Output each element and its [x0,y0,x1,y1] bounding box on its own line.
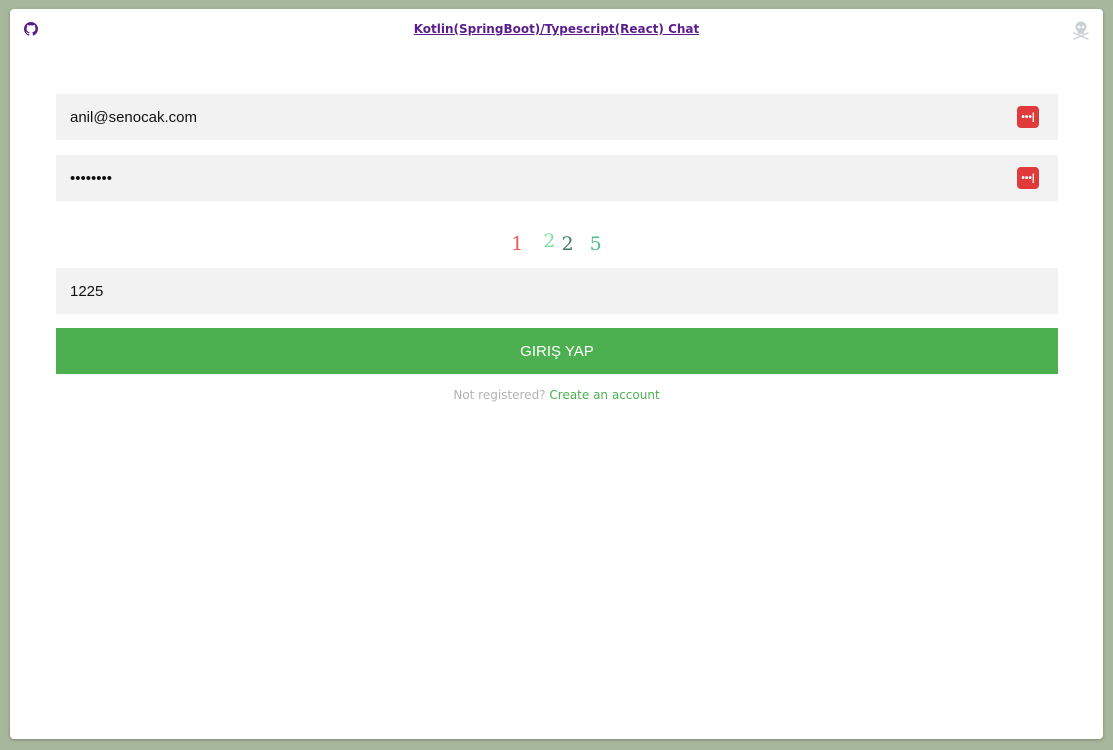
captcha-image: 1 2 2 5 [10,230,1103,259]
captcha-char: 5 [589,233,602,255]
password-input[interactable]: •••••••• [70,170,112,187]
captcha-answer-input[interactable] [70,282,1044,300]
captcha-answer-field[interactable] [56,268,1058,314]
create-account-link[interactable]: Create an account [549,388,659,402]
app-title-link[interactable]: Kotlin(SpringBoot)/Typescript(React) Cha… [10,22,1103,36]
password-manager-icon[interactable]: •••| [1017,106,1039,128]
captcha-char: 2 [561,233,574,255]
skull-crossbones-icon[interactable] [1071,20,1091,40]
app-window: Kotlin(SpringBoot)/Typescript(React) Cha… [10,9,1103,739]
captcha-char: 2 [543,230,556,252]
login-button[interactable]: GIRIŞ YAP [56,328,1058,374]
captcha-char: 1 [511,233,524,255]
password-field[interactable]: •••••••• •••| [56,155,1058,201]
email-field[interactable]: •••| [56,94,1058,140]
email-input[interactable] [70,108,1044,126]
register-prompt: Not registered? Create an account [10,388,1103,402]
register-prompt-text: Not registered? [453,388,546,402]
password-manager-icon[interactable]: •••| [1017,167,1039,189]
